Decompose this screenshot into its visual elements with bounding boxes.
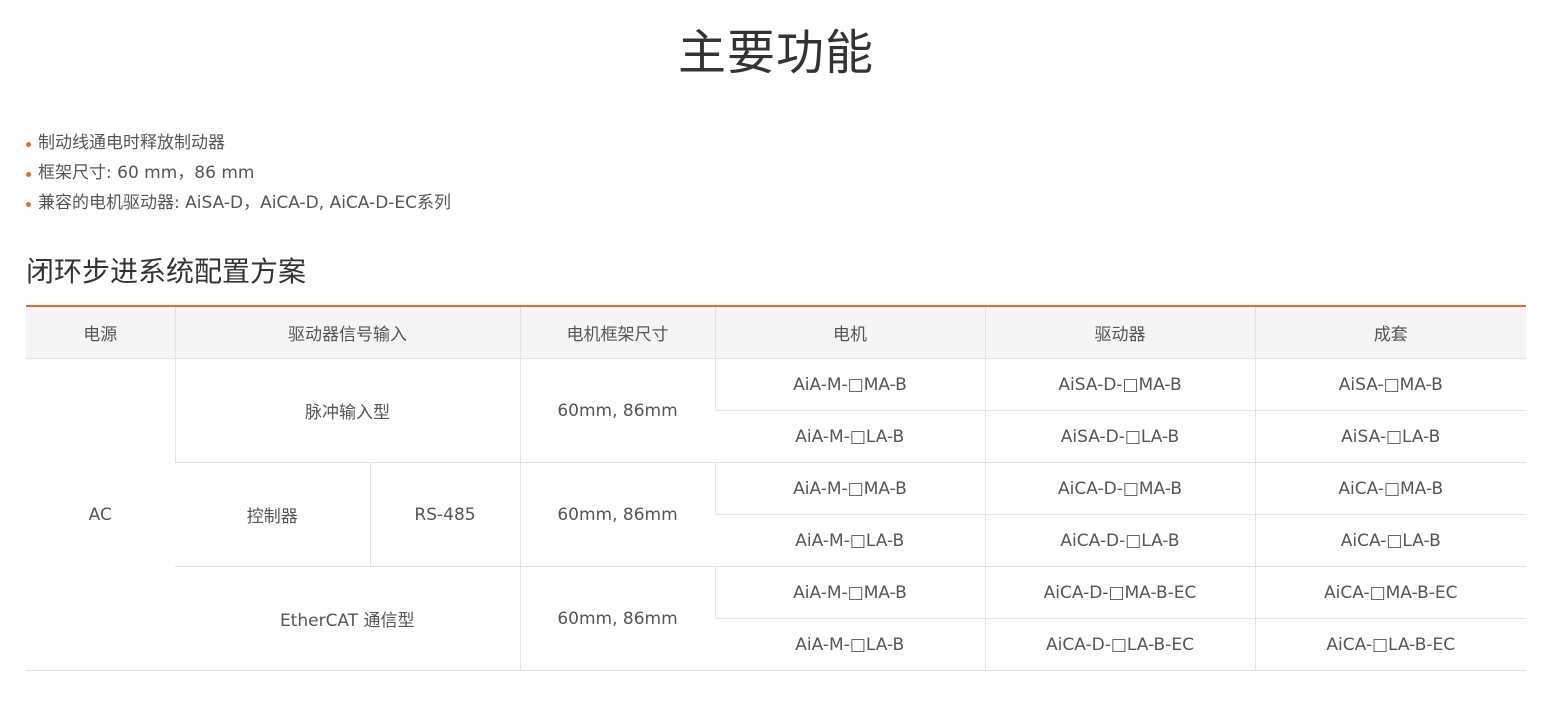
motor-cell: AiA-M-□LA-B: [715, 514, 985, 567]
driver-cell: AiSA-D-□MA-B: [984, 358, 1255, 411]
set-cell: AiCA-□MA-B: [1254, 462, 1526, 515]
set-cell: AiCA-□LA-B: [1254, 514, 1526, 567]
feature-list: 制动线通电时释放制动器 框架尺寸: 60 mm，86 mm 兼容的电机驱动器: …: [26, 128, 451, 218]
power-cell: AC: [26, 358, 175, 671]
configuration-table: 电源 驱动器信号输入 电机框架尺寸 电机 驱动器 成套 AC 脉冲输入型 60m…: [26, 305, 1526, 671]
set-cell: AiSA-□MA-B: [1254, 358, 1526, 411]
table-header-row: 电源 驱动器信号输入 电机框架尺寸 电机 驱动器 成套: [26, 306, 1526, 359]
page-title: 主要功能: [677, 25, 874, 81]
signal-input-cell: 控制器: [175, 462, 370, 567]
header-driver: 驱动器: [984, 306, 1255, 359]
frame-size-cell: 60mm, 86mm: [519, 358, 715, 463]
driver-cell: AiCA-D-□LA-B: [984, 514, 1255, 567]
header-motor: 电机: [714, 306, 985, 359]
driver-cell: AiSA-D-□LA-B: [984, 410, 1255, 463]
feature-item: 框架尺寸: 60 mm，86 mm: [26, 158, 451, 188]
signal-input-sub-cell: RS-485: [369, 462, 520, 567]
signal-input-cell: EtherCAT 通信型: [175, 566, 520, 671]
frame-size-cell: 60mm, 86mm: [519, 462, 715, 567]
table-row: 控制器 RS-485 60mm, 86mm AiA-M-□MA-B AiCA-D…: [26, 462, 1526, 567]
signal-input-cell: 脉冲输入型: [174, 358, 520, 463]
motor-cell: AiA-M-□MA-B: [714, 462, 985, 515]
header-frame-size: 电机框架尺寸: [519, 306, 715, 359]
set-cell: AiCA-□LA-B-EC: [1254, 618, 1526, 671]
motor-cell: AiA-M-□MA-B: [714, 358, 985, 411]
motor-cell: AiA-M-□LA-B: [715, 410, 985, 463]
section-title: 闭环步进系统配置方案: [26, 255, 307, 288]
motor-cell: AiA-M-□LA-B: [715, 618, 985, 671]
frame-size-cell: 60mm, 86mm: [519, 566, 715, 671]
header-set: 成套: [1254, 306, 1526, 359]
set-cell: AiCA-□MA-B-EC: [1254, 566, 1526, 619]
header-power: 电源: [26, 306, 175, 359]
table-row: AC 脉冲输入型 60mm, 86mm AiA-M-□MA-B AiSA-D-□…: [26, 358, 1526, 671]
driver-cell: AiCA-D-□LA-B-EC: [984, 618, 1255, 671]
feature-item: 制动线通电时释放制动器: [26, 128, 451, 158]
motor-cell: AiA-M-□MA-B: [714, 566, 985, 619]
feature-item: 兼容的电机驱动器: AiSA-D，AiCA-D, AiCA-D-EC系列: [26, 188, 451, 218]
header-signal-input: 驱动器信号输入: [174, 306, 520, 359]
set-cell: AiSA-□LA-B: [1254, 410, 1526, 463]
driver-cell: AiCA-D-□MA-B-EC: [984, 566, 1255, 619]
driver-cell: AiCA-D-□MA-B: [984, 462, 1255, 515]
table-row: EtherCAT 通信型 60mm, 86mm AiA-M-□MA-B AiCA…: [26, 566, 1526, 671]
